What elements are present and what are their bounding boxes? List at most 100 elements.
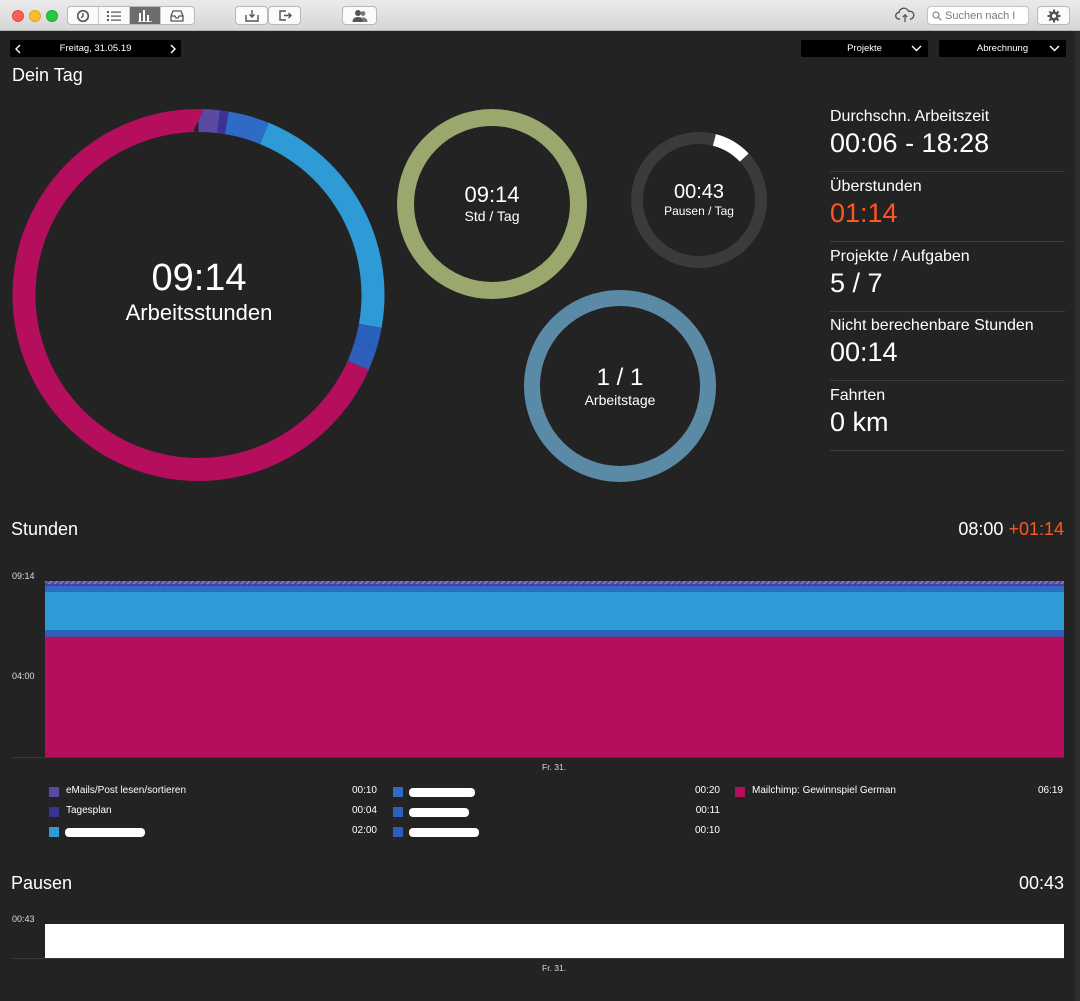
- search-input[interactable]: [945, 9, 1025, 22]
- window-edge: [1075, 31, 1080, 1001]
- list-icon: [107, 10, 121, 21]
- legend-item: Mailchimp: Gewinnspiel German 06:19: [735, 785, 1063, 799]
- stat-value: 01:14: [830, 198, 898, 228]
- projects-dropdown[interactable]: Projekte: [801, 40, 928, 57]
- legend-swatch: [393, 827, 403, 837]
- clock-icon: [76, 9, 90, 22]
- cloud-sync-button[interactable]: [895, 7, 915, 28]
- stat-label: Durchschn. Arbeitszeit: [830, 108, 990, 125]
- close-window-button[interactable]: [12, 10, 24, 22]
- view-switcher: [67, 6, 195, 25]
- pause-value: 00:43: [673, 181, 725, 203]
- import-button[interactable]: [235, 6, 268, 25]
- previous-day-button[interactable]: [14, 44, 22, 54]
- legend-time: 00:20: [694, 785, 720, 796]
- legend-item: 00:20: [393, 785, 720, 799]
- stat-label: Projekte / Aufgaben: [830, 248, 970, 265]
- chevron-down-icon: [1049, 45, 1060, 52]
- pause-bar: [45, 924, 1064, 958]
- hours-overtime: +01:14: [1008, 519, 1064, 539]
- redacted-label: [65, 828, 145, 837]
- legend-swatch: [49, 827, 59, 837]
- pauses-total: 00:43: [1018, 873, 1064, 893]
- search-icon: [932, 10, 942, 21]
- stat-trips: Fahrten 0 km: [830, 381, 1065, 451]
- users-icon: [352, 10, 367, 22]
- hours-bar-segment: [45, 629, 1064, 634]
- billing-dropdown-label: Abrechnung: [976, 43, 1029, 54]
- export-button[interactable]: [268, 6, 301, 25]
- hours-bar-segment: [45, 581, 1064, 585]
- hours-target: 08:00: [958, 519, 1004, 539]
- stat-overtime: Überstunden 01:14: [830, 172, 1065, 242]
- legend-time: 06:19: [1037, 785, 1063, 796]
- legend-time: 00:11: [695, 805, 720, 816]
- timer-view-button[interactable]: [68, 7, 99, 24]
- cloud-sync-icon: [895, 7, 915, 22]
- projects-dropdown-label: Projekte: [847, 43, 882, 54]
- legend-item: 00:11: [393, 805, 720, 819]
- minimize-window-button[interactable]: [29, 10, 41, 22]
- hours-summary: 08:00 +01:14: [958, 519, 1064, 540]
- legend-item: eMails/Post lesen/sortieren 00:10: [49, 785, 377, 799]
- legend-swatch: [49, 807, 59, 817]
- list-view-button[interactable]: [99, 7, 130, 24]
- legend-swatch: [393, 807, 403, 817]
- download-tray-icon: [244, 10, 259, 22]
- pauses-section-title: Pausen: [11, 873, 73, 893]
- redacted-label: [409, 808, 469, 817]
- users-button[interactable]: [342, 6, 377, 25]
- workdays-label: Arbeitstage: [584, 392, 656, 408]
- stat-label: Nicht berechenbare Stunden: [830, 317, 1034, 334]
- stat-value: 0 km: [830, 407, 889, 437]
- legend-time: 00:10: [351, 785, 377, 796]
- legend-item: Tagesplan 00:04: [49, 805, 377, 819]
- x-axis-label: Fr. 31.: [542, 762, 567, 772]
- hours-stacked-bar: [45, 581, 1064, 757]
- work-hours-ring-text: 09:14 Arbeitsstunden: [74, 256, 324, 326]
- work-hours-label: Arbeitsstunden: [125, 300, 273, 325]
- stat-avg-worktime: Durchschn. Arbeitszeit 00:06 - 18:28: [830, 102, 1065, 172]
- inbox-icon: [169, 9, 184, 22]
- pause-ring-text: 00:43 Pausen / Tag: [649, 181, 749, 218]
- legend-label: eMails/Post lesen/sortieren: [66, 785, 187, 796]
- hours-bar-segment: [45, 585, 1064, 592]
- statistics-view-button[interactable]: [130, 7, 161, 24]
- pause-axis-line: [12, 958, 1064, 959]
- hours-per-day-label: Std / Tag: [464, 208, 520, 224]
- workdays-ring-text: 1 / 1 Arbeitstage: [560, 364, 680, 408]
- legend-time: 02:00: [351, 825, 377, 836]
- zoom-window-button[interactable]: [46, 10, 58, 22]
- y-axis-top-label: 09:14: [12, 571, 35, 581]
- legend-swatch: [393, 787, 403, 797]
- billing-dropdown[interactable]: Abrechnung: [939, 40, 1066, 57]
- legend-time: 00:10: [694, 825, 720, 836]
- workdays-value: 1 / 1: [596, 364, 644, 391]
- pause-y-axis-label: 00:43: [12, 914, 35, 924]
- inbox-view-button[interactable]: [161, 7, 192, 24]
- y-axis-mid-label: 04:00: [12, 671, 35, 681]
- day-section-title: Dein Tag: [12, 65, 83, 85]
- legend-swatch: [735, 787, 745, 797]
- search-field[interactable]: [927, 6, 1029, 25]
- legend-time: 00:04: [351, 805, 377, 816]
- stat-value: 00:06 - 18:28: [830, 128, 990, 158]
- next-day-button[interactable]: [169, 44, 177, 54]
- stat-nonbillable-hours: Nicht berechenbare Stunden 00:14: [830, 311, 1065, 381]
- hours-bar-segment: [45, 633, 1064, 637]
- settings-button[interactable]: [1037, 6, 1070, 25]
- stat-projects-tasks: Projekte / Aufgaben 5 / 7: [830, 242, 1065, 312]
- hours-per-day-value: 09:14: [464, 182, 520, 207]
- stat-label: Überstunden: [830, 178, 922, 195]
- chevron-down-icon: [911, 45, 922, 52]
- window-titlebar: [0, 0, 1080, 31]
- work-hours-value: 09:14: [151, 257, 247, 299]
- legend-label: Mailchimp: Gewinnspiel German: [752, 785, 896, 796]
- date-navigator: Freitag, 31.05.19: [10, 40, 181, 57]
- pause-label: Pausen / Tag: [664, 204, 734, 218]
- hours-per-day-text: 09:14 Std / Tag: [432, 182, 552, 224]
- gear-icon: [1047, 9, 1060, 22]
- bar-chart-icon: [138, 9, 152, 22]
- stat-value: 5 / 7: [830, 268, 883, 298]
- legend-item: 00:10: [393, 825, 720, 839]
